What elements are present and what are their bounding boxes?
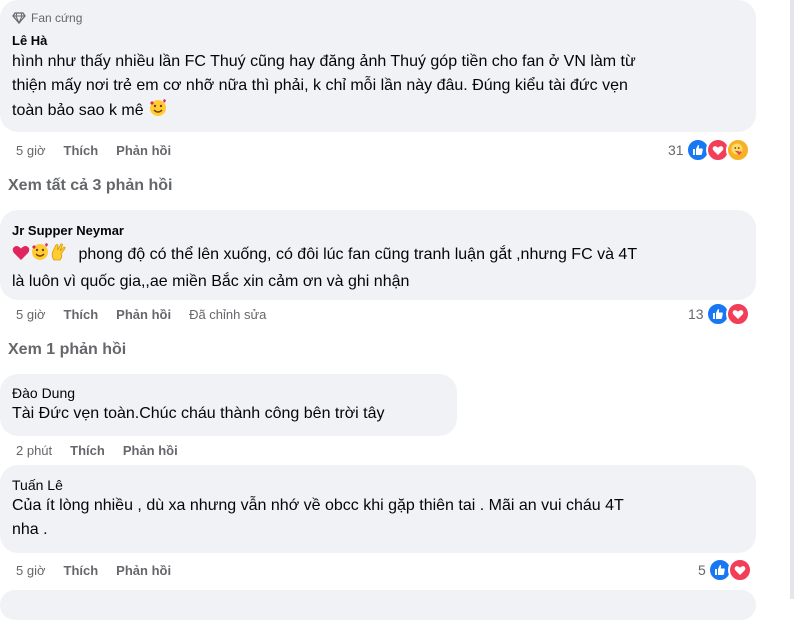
comment-time[interactable]: 2 phút xyxy=(16,443,52,458)
comment-time[interactable]: 5 giờ xyxy=(16,143,46,158)
comment-author[interactable]: Đào Dung xyxy=(12,384,445,402)
comment-line-text: phong độ có thể lên xuống, có đôi lúc fa… xyxy=(78,246,638,263)
like-button[interactable]: Thích xyxy=(64,563,99,578)
reply-button[interactable]: Phản hồi xyxy=(116,307,171,322)
red-heart-emoji-icon xyxy=(12,244,30,270)
reaction-summary[interactable]: 5 xyxy=(698,558,752,582)
reply-button[interactable]: Phản hồi xyxy=(123,443,178,458)
fan-badge-label: Fan cứng xyxy=(31,11,83,25)
comment-time[interactable]: 5 giờ xyxy=(16,563,46,578)
view-replies-link[interactable]: Xem tất cả 3 phản hồi xyxy=(8,177,172,195)
next-comment-bubble xyxy=(0,590,756,620)
comment-bubble: Jr Supper Neymar phong độ có thể lên xuố… xyxy=(0,210,756,300)
comment-text: phong độ có thể lên xuống, có đôi lúc fa… xyxy=(12,242,744,294)
comment-bubble: Đào Dung Tài Đức vẹn toàn.Chúc cháu thàn… xyxy=(0,374,457,436)
comment-actions: 5 giờ Thích Phản hồi xyxy=(16,141,189,159)
reaction-count: 13 xyxy=(688,306,704,322)
clapping-hands-emoji-icon xyxy=(50,242,68,270)
comment-line: nha . xyxy=(12,521,48,538)
like-button[interactable]: Thích xyxy=(64,307,99,322)
care-emoji-icon xyxy=(725,138,750,162)
reaction-summary[interactable]: 31 xyxy=(668,138,750,162)
comment-line: là luôn vì quốc gia,,ae miền Bắc xin cảm… xyxy=(12,273,410,290)
fan-badge: Fan cứng xyxy=(12,10,744,26)
like-button[interactable]: Thích xyxy=(70,443,105,458)
reaction-count: 5 xyxy=(698,562,706,578)
comment-line: toàn bảo sao k mê xyxy=(12,98,744,126)
comment-line-text: toàn bảo sao k mê xyxy=(12,102,144,119)
smiling-hearts-emoji-icon xyxy=(148,98,168,126)
comment-actions: 2 phút Thích Phản hồi xyxy=(16,441,196,459)
scrollbar[interactable] xyxy=(790,0,794,599)
heart-icon xyxy=(725,302,750,326)
comment-author[interactable]: Lê Hà xyxy=(12,32,744,50)
comment-line: hình như thấy nhiều lần FC Thuý cũng hay… xyxy=(12,53,636,70)
reaction-summary[interactable]: 13 xyxy=(688,302,750,326)
smiling-hearts-emoji-icon xyxy=(30,242,50,270)
comment-line: phong độ có thể lên xuống, có đôi lúc fa… xyxy=(12,242,744,270)
comment-text: Của ít lòng nhiều , dù xa nhưng vẫn nhớ … xyxy=(12,494,744,542)
comment-time[interactable]: 5 giờ xyxy=(16,307,46,322)
like-button[interactable]: Thích xyxy=(64,143,99,158)
comment-text: hình như thấy nhiều lần FC Thuý cũng hay… xyxy=(12,50,744,126)
heart-icon xyxy=(727,558,752,582)
comment-text: Tài Đức vẹn toàn.Chúc cháu thành công bê… xyxy=(12,405,385,422)
view-replies-link[interactable]: Xem 1 phản hồi xyxy=(8,341,126,359)
comment-line: thiện mấy nơi trẻ em cơ nhỡ nữa thì phải… xyxy=(12,77,628,94)
comment-line: Của ít lòng nhiều , dù xa nhưng vẫn nhớ … xyxy=(12,497,624,514)
comment-author[interactable]: Tuấn Lê xyxy=(12,476,744,494)
reply-button[interactable]: Phản hồi xyxy=(116,143,171,158)
diamond-icon xyxy=(12,12,26,24)
comment-bubble: Fan cứng Lê Hà hình như thấy nhiều lần F… xyxy=(0,0,756,132)
reply-button[interactable]: Phản hồi xyxy=(116,563,171,578)
comment-actions: 5 giờ Thích Phản hồi xyxy=(16,561,189,579)
reaction-count: 31 xyxy=(668,142,684,158)
comment-bubble: Tuấn Lê Của ít lòng nhiều , dù xa nhưng … xyxy=(0,465,756,553)
edited-label[interactable]: Đã chỉnh sửa xyxy=(189,307,266,322)
comment-author[interactable]: Jr Supper Neymar xyxy=(12,222,744,240)
comment-actions: 5 giờ Thích Phản hồi Đã chỉnh sửa xyxy=(16,305,284,323)
